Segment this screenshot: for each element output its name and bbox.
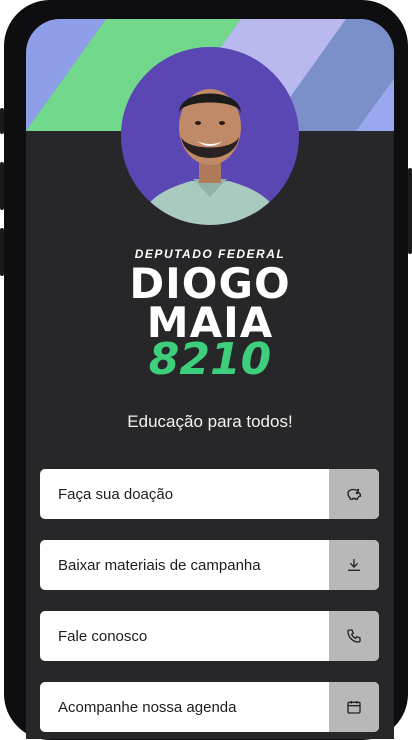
contact-link-label: Fale conosco [58, 627, 148, 645]
agenda-link-label: Acompanhe nossa agenda [58, 698, 237, 716]
profile-screen: DEPUTADO FEDERAL DIOGO MAIA 8210 Educaçã… [26, 19, 394, 739]
agenda-link[interactable]: Acompanhe nossa agenda [40, 682, 379, 732]
calendar-icon [329, 682, 379, 732]
download-materials-link[interactable]: Baixar materiais de campanha [40, 540, 379, 590]
donate-link[interactable]: Faça sua doação [40, 469, 379, 519]
donate-link-label: Faça sua doação [58, 485, 174, 503]
download-materials-label: Baixar materiais de campanha [58, 556, 261, 574]
download-icon [329, 540, 379, 590]
phone-icon [329, 611, 379, 661]
contact-link[interactable]: Fale conosco [40, 611, 379, 661]
candidate-photo [121, 47, 299, 225]
phone-side-button-right [408, 168, 412, 254]
candidate-number: 8210 [148, 334, 272, 385]
campaign-tagline: Educação para todos! [127, 412, 293, 431]
piggy-bank-icon [329, 469, 379, 519]
phone-frame: DEPUTADO FEDERAL DIOGO MAIA 8210 Educaçã… [4, 0, 408, 740]
